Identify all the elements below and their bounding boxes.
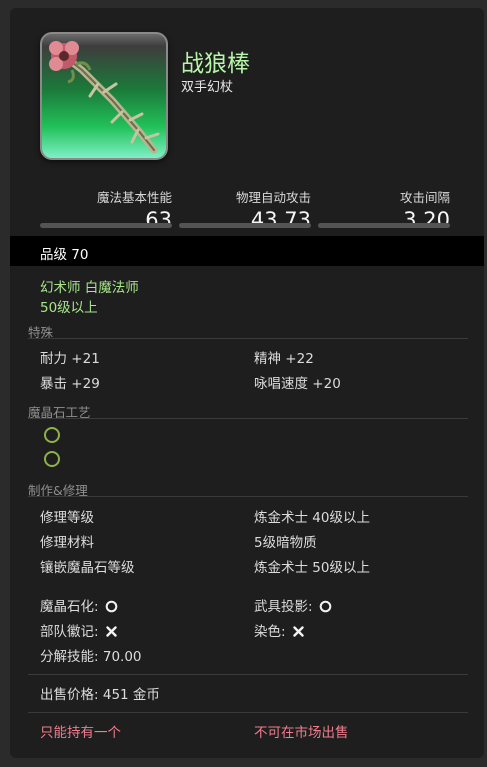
bonus-mind: 精神 +22 — [254, 347, 314, 367]
unique-restriction: 只能持有一个 — [40, 725, 121, 741]
meld-level-value: 炼金术士 50级以上 — [254, 560, 370, 576]
item-type: 双手幻杖 — [181, 80, 234, 95]
convertible-label: 魔晶石化: — [40, 599, 99, 615]
divider — [28, 418, 468, 419]
convertible-flag: 魔晶石化: — [40, 595, 118, 615]
repair-level-label: 修理等级 — [40, 510, 94, 526]
item-name: 战狼棒 — [181, 51, 250, 77]
cross-no-icon — [105, 626, 117, 637]
stat-magic-damage: 魔法基本性能 63 — [40, 187, 172, 232]
level-requirement: 50级以上 — [40, 300, 98, 316]
item-level: 品级 70 — [40, 247, 89, 263]
bonus-vitality: 耐力 +21 — [40, 347, 100, 367]
repair-material-value: 5级暗物质 — [254, 535, 317, 551]
divider — [28, 496, 468, 497]
stat-value: 43.73 — [250, 208, 311, 232]
bonus-value: +20 — [312, 376, 341, 392]
materia-slot-1[interactable] — [44, 427, 60, 443]
stat-label: 魔法基本性能 — [96, 190, 172, 205]
bonus-critical: 暴击 +29 — [40, 372, 100, 392]
sell-price-value: 451 金币 — [102, 687, 160, 703]
repair-level-value: 炼金术士 40级以上 — [254, 510, 370, 526]
stat-value: 3.20 — [403, 208, 450, 232]
company-crest-flag: 部队徽记: — [40, 620, 118, 640]
stat-bar — [40, 223, 172, 228]
dye-flag: 染色: — [254, 620, 305, 640]
glamour-label: 武具投影: — [254, 599, 313, 615]
sell-price-label: 出售价格: — [40, 687, 99, 703]
stat-label: 攻击间隔 — [399, 190, 450, 205]
stat-bar — [318, 223, 450, 228]
company-crest-label: 部队徽记: — [40, 624, 99, 640]
bonus-label: 精神 — [254, 351, 281, 367]
wolf-staff-icon — [40, 32, 168, 160]
item-level-bar: 品级 70 — [10, 236, 484, 266]
repair-material-label: 修理材料 — [40, 535, 94, 551]
desynth-value: 70.00 — [102, 649, 142, 665]
materia-slot-2[interactable] — [44, 451, 60, 467]
stat-value: 63 — [145, 208, 172, 232]
bonus-value: +21 — [71, 351, 100, 367]
bonus-label: 咏唱速度 — [254, 376, 308, 392]
circle-yes-icon — [105, 600, 117, 613]
divider — [28, 712, 468, 713]
dye-label: 染色: — [254, 624, 286, 640]
bonus-value: +22 — [285, 351, 314, 367]
desynth-skill: 分解技能: 70.00 — [40, 645, 142, 665]
circle-yes-icon — [319, 600, 331, 613]
stat-bar — [179, 223, 311, 228]
desynth-label: 分解技能: — [40, 649, 99, 665]
bonus-label: 暴击 — [40, 376, 67, 392]
divider — [28, 338, 468, 339]
stat-label: 物理自动攻击 — [235, 190, 311, 205]
cross-no-icon — [292, 626, 304, 637]
bonus-value: +29 — [71, 376, 100, 392]
stat-delay: 攻击间隔 3.20 — [318, 187, 450, 232]
divider — [28, 674, 468, 675]
glamour-flag: 武具投影: — [254, 595, 332, 615]
stat-auto-attack: 物理自动攻击 43.73 — [179, 187, 311, 232]
untradable-restriction: 不可在市场出售 — [254, 725, 349, 741]
bonus-label: 耐力 — [40, 351, 67, 367]
bonus-spell-speed: 咏唱速度 +20 — [254, 372, 341, 392]
sell-price: 出售价格: 451 金币 — [40, 683, 160, 703]
class-list: 幻术师 白魔法师 — [40, 280, 139, 296]
meld-level-label: 镶嵌魔晶石等级 — [40, 560, 135, 576]
